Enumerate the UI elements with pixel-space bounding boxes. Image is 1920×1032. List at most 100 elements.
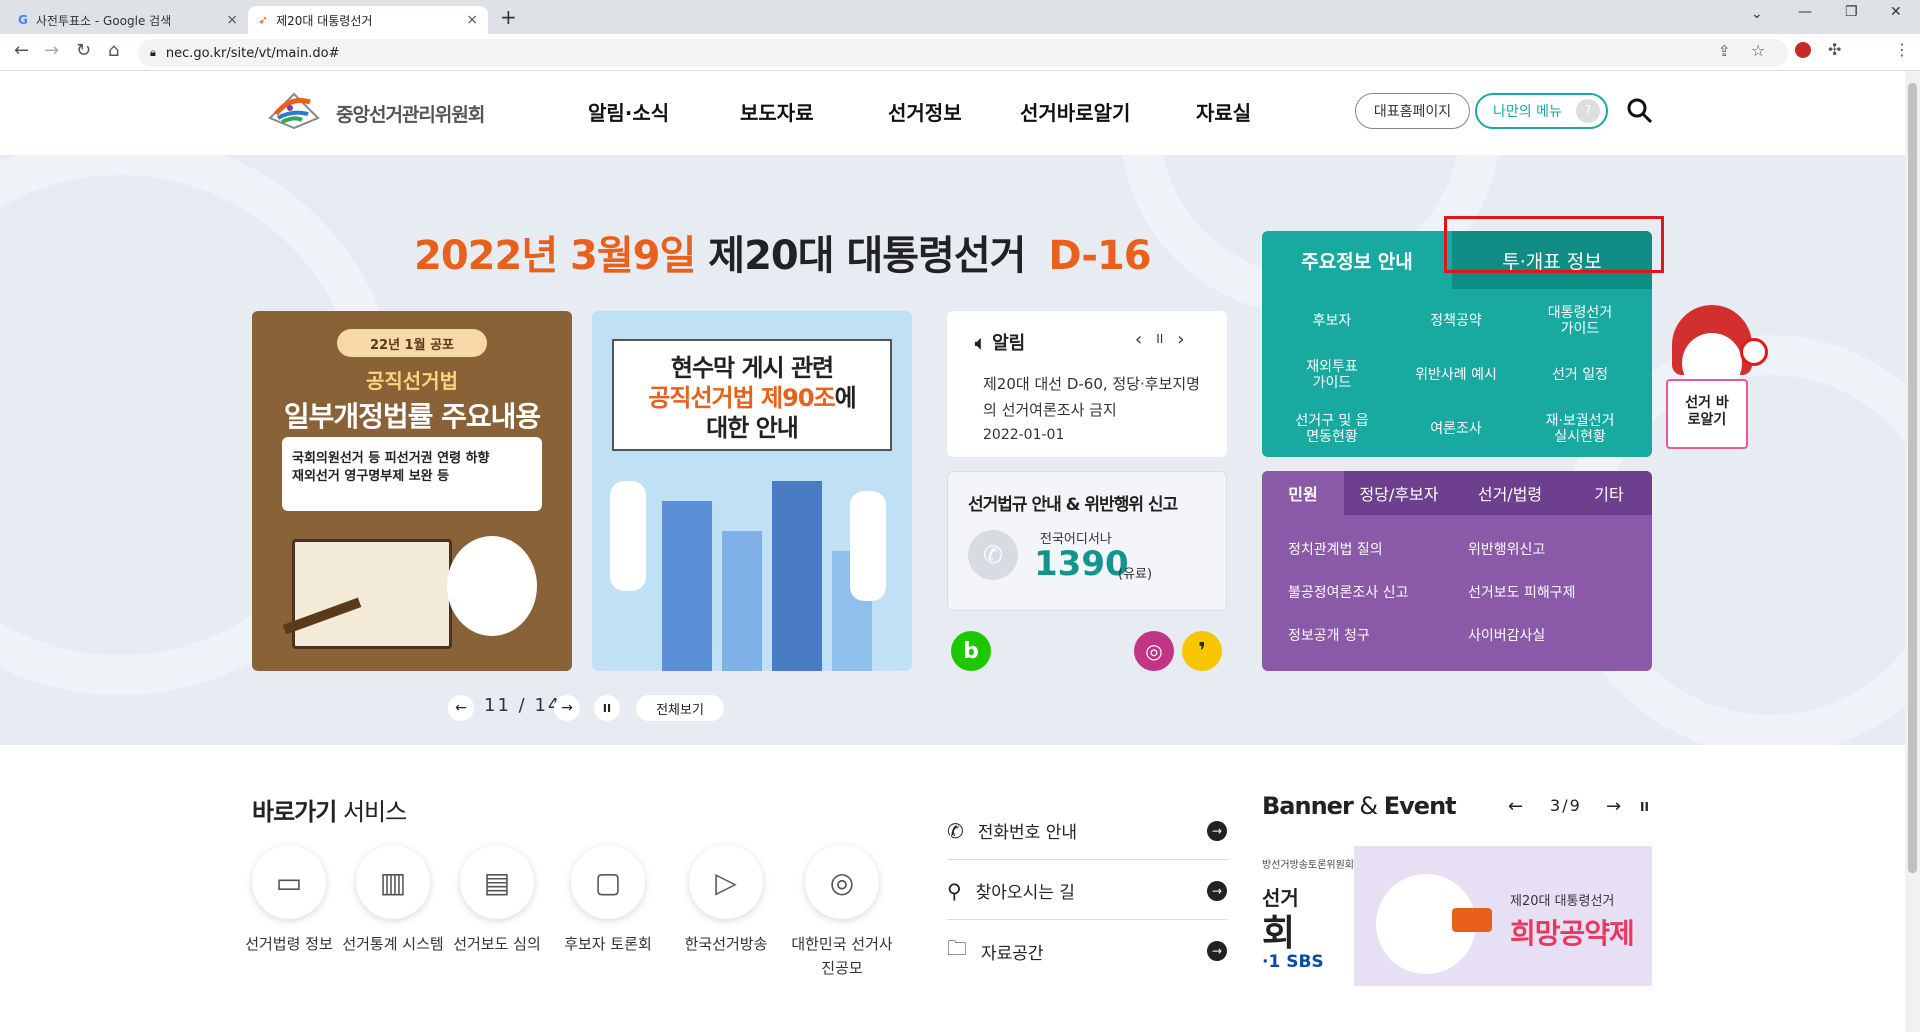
- close-tab-icon[interactable]: ×: [466, 12, 478, 28]
- scrollbar-thumb[interactable]: [1908, 83, 1917, 873]
- reload-icon[interactable]: ↻: [76, 40, 91, 61]
- adblock-extension-icon[interactable]: [1795, 42, 1811, 58]
- news-icon[interactable]: ▤: [460, 845, 534, 919]
- site-logo-text[interactable]: 중앙선거관리위원회: [336, 100, 485, 127]
- link-directions[interactable]: ⚲ 찾아오시는 길 →: [947, 862, 1227, 920]
- report-card[interactable]: 선거법규 안내 & 위반행위 신고 ✆ 전국어디서나 1390 (유료): [947, 471, 1227, 611]
- law-book-illustration: [292, 539, 452, 649]
- tab-election-law[interactable]: 선거/법령: [1454, 471, 1566, 515]
- info-cell-by-election[interactable]: 재·보궐선거 실시현황: [1522, 405, 1638, 453]
- civil-link[interactable]: 위반행위신고: [1468, 539, 1545, 559]
- event-text: 희망공약제: [1510, 917, 1635, 950]
- banner-pause-button[interactable]: II: [594, 695, 620, 721]
- notice-text[interactable]: 제20대 대선 D-60, 정당·후보지명의 선거여론조사 금지: [983, 371, 1207, 423]
- notice-card: 🔈︎ 알림 ‹ II › 제20대 대선 D-60, 정당·후보지명의 선거여론…: [947, 311, 1227, 457]
- restore-icon[interactable]: ❐: [1845, 4, 1858, 20]
- browser-tab-google[interactable]: G 사전투표소 - Google 검색 ×: [8, 6, 248, 34]
- quick-label[interactable]: 선거통계 시스템: [338, 932, 448, 956]
- event-sep: /: [1562, 796, 1570, 815]
- banner-prev-button[interactable]: ←: [448, 695, 474, 721]
- title-part: Banner: [1262, 792, 1354, 820]
- info-cell-polls[interactable]: 여론조사: [1398, 405, 1514, 453]
- pager-sep: /: [518, 695, 527, 716]
- instagram-icon[interactable]: ◎: [1134, 631, 1174, 671]
- link-phone-directory[interactable]: ✆ 전화번호 안내 →: [947, 802, 1227, 860]
- tab-party-candidate[interactable]: 정당/후보자: [1344, 471, 1454, 515]
- browser-tab-nec[interactable]: ➶ 제20대 대통령선거 ×: [248, 6, 488, 34]
- info-cell-schedule[interactable]: 선거 일정: [1522, 351, 1638, 399]
- info-cell-districts[interactable]: 선거구 및 읍면동현황: [1274, 405, 1390, 453]
- main-homepage-button[interactable]: 대표홈페이지: [1355, 93, 1470, 129]
- url-bar[interactable]: 🔒︎ nec.go.kr/site/vt/main.do#: [138, 39, 1788, 67]
- notice-pause-icon[interactable]: II: [1156, 329, 1163, 350]
- nav-item-archive[interactable]: 자료실: [1196, 97, 1251, 126]
- civil-link[interactable]: 불공정여론조사 신고: [1288, 582, 1408, 602]
- hero-section: 2022년 3월9일 제20대 대통령선거 D-16 22년 1월 공포 공직선…: [0, 155, 1905, 745]
- google-favicon-icon: G: [18, 13, 28, 27]
- blog-icon[interactable]: b: [951, 631, 991, 671]
- banner-line: 대한 안내: [706, 414, 799, 442]
- civil-link[interactable]: 정치관계법 질의: [1288, 539, 1383, 559]
- chat-icon[interactable]: ▢: [571, 845, 645, 919]
- notice-next-icon[interactable]: ›: [1177, 329, 1184, 350]
- page-scrollbar[interactable]: [1905, 71, 1920, 1032]
- info-cell-guide[interactable]: 대통령선거 가이드: [1522, 297, 1638, 345]
- tab-main-info[interactable]: 주요정보 안내: [1262, 231, 1452, 289]
- civil-link[interactable]: 사이버감사실: [1468, 625, 1545, 645]
- location-icon: ⚲: [947, 878, 962, 903]
- extensions-puzzle-icon[interactable]: ✣: [1828, 40, 1841, 59]
- bookmark-star-icon[interactable]: ☆: [1751, 41, 1765, 60]
- law-book-icon[interactable]: ▭: [252, 845, 326, 919]
- tv-icon[interactable]: ▷: [689, 845, 763, 919]
- tab-civil[interactable]: 민원: [1262, 471, 1344, 515]
- civil-link[interactable]: 선거보도 피해구제: [1468, 582, 1576, 602]
- my-menu-button[interactable]: 나만의 메뉴 ?: [1475, 93, 1608, 129]
- tab-etc[interactable]: 기타: [1566, 471, 1652, 515]
- election-guide-sign[interactable]: 선거 바로알기: [1666, 379, 1748, 449]
- quick-label[interactable]: 대한민국 선거사진공모: [787, 932, 897, 980]
- close-window-icon[interactable]: ✕: [1890, 4, 1902, 20]
- back-icon[interactable]: ←: [14, 40, 29, 61]
- kakao-icon[interactable]: ❜: [1182, 631, 1222, 671]
- quick-label[interactable]: 선거보도 심의: [442, 932, 552, 956]
- banner-law-amendment[interactable]: 22년 1월 공포 공직선거법 일부개정법률 주요내용 국회의원선거 등 피선거…: [252, 311, 572, 671]
- event-banner-pledge[interactable]: 제20대 대통령선거 희망공약제: [1354, 846, 1652, 986]
- banner-box-line: 국회의원선거 등 피선거권 연령 하향: [292, 451, 490, 466]
- minimize-icon[interactable]: —: [1798, 4, 1812, 20]
- close-tab-icon[interactable]: ×: [226, 12, 238, 28]
- quick-label[interactable]: 선거법령 정보: [234, 932, 344, 956]
- banner-event-next[interactable]: →: [1606, 796, 1621, 817]
- view-all-button[interactable]: 전체보기: [636, 695, 724, 721]
- banner-event-prev[interactable]: ←: [1508, 796, 1523, 817]
- new-tab-button[interactable]: +: [500, 5, 517, 29]
- url-text: nec.go.kr/site/vt/main.do#: [165, 45, 340, 61]
- nec-logo-icon[interactable]: [266, 88, 322, 132]
- link-archive[interactable]: 🗀︎ 자료공간 →: [947, 922, 1227, 980]
- camera-icon[interactable]: ◎: [805, 845, 879, 919]
- home-icon[interactable]: ⌂: [108, 40, 119, 61]
- info-cell-violations[interactable]: 위반사례 예시: [1398, 351, 1514, 399]
- banner-placard-guide[interactable]: 현수막 게시 관련 공직선거법 제90조에 대한 안내: [592, 311, 912, 671]
- quick-label[interactable]: 한국선거방송: [671, 932, 781, 956]
- info-cell-candidates[interactable]: 후보자: [1274, 297, 1390, 345]
- share-icon[interactable]: ⇪: [1718, 42, 1731, 60]
- nav-item-news[interactable]: 알림·소식: [588, 97, 669, 126]
- nav-item-election-info[interactable]: 선거정보: [888, 97, 962, 126]
- folder-icon: 🗀︎: [947, 936, 967, 960]
- civil-link[interactable]: 정보공개 청구: [1288, 625, 1370, 645]
- info-cell-policy[interactable]: 정책공약: [1398, 297, 1514, 345]
- banner-event-pause[interactable]: II: [1640, 800, 1649, 814]
- tab-search-icon[interactable]: ⌄: [1751, 6, 1763, 22]
- search-icon[interactable]: [1626, 97, 1654, 129]
- nav-item-press[interactable]: 보도자료: [740, 97, 814, 126]
- info-cell-overseas[interactable]: 재외투표 가이드: [1274, 351, 1390, 399]
- bar-chart-icon[interactable]: ▥: [356, 845, 430, 919]
- event-banner-debate[interactable]: 방선거방송토론위원회 선거 회 ·1 SBS: [1262, 846, 1354, 986]
- nav-item-election-guide[interactable]: 선거바로알기: [1020, 97, 1130, 126]
- forward-icon[interactable]: →: [44, 40, 59, 61]
- browser-menu-icon[interactable]: ⋮: [1894, 40, 1910, 59]
- notice-prev-icon[interactable]: ‹: [1135, 329, 1142, 350]
- event-text: 제20대 대통령선거: [1510, 894, 1615, 909]
- quick-label[interactable]: 후보자 토론회: [553, 932, 663, 956]
- banner-next-button[interactable]: →: [554, 695, 580, 721]
